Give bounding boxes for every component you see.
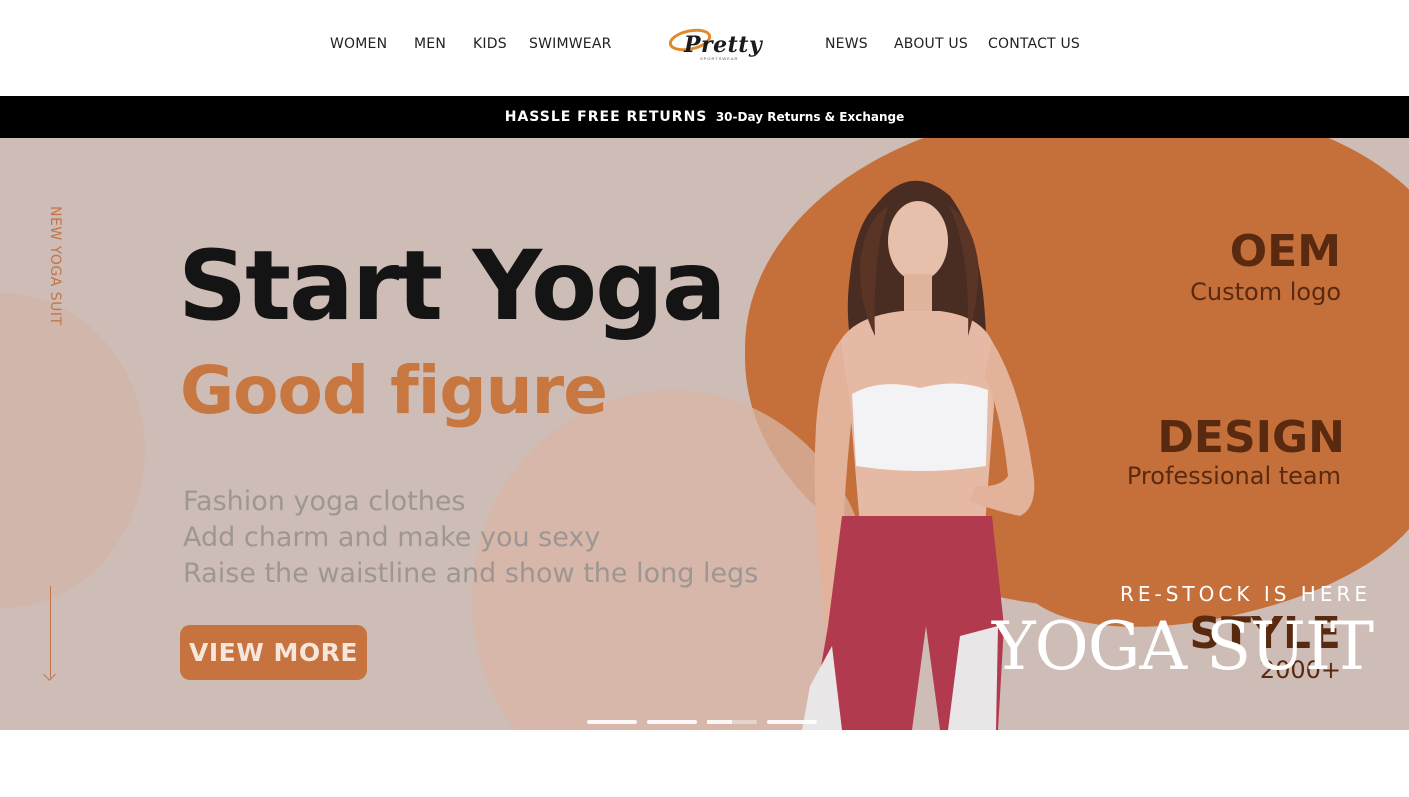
decor-circle-left	[0, 293, 145, 608]
logo-subtext: SPORTSWEAR	[700, 56, 739, 61]
promo-bar: HASSLE FREE RETURNS 30-Day Returns & Exc…	[0, 96, 1409, 138]
hero-description-line: Add charm and make you sexy	[183, 522, 601, 553]
feature-subtitle: Custom logo	[1190, 278, 1341, 306]
brand-logo[interactable]: Pretty SPORTSWEAR	[664, 24, 768, 66]
slide-dot[interactable]	[767, 720, 817, 724]
arrow-down-icon	[43, 668, 56, 681]
slide-dot[interactable]	[647, 720, 697, 724]
nav-news[interactable]: NEWS	[825, 36, 868, 52]
slide-dot[interactable]	[587, 720, 637, 724]
restock-label: RE-STOCK IS HERE	[1119, 582, 1371, 606]
feature-title: DESIGN	[1157, 412, 1345, 463]
site-header: WOMEN MEN KIDS SWIMWEAR Pretty SPORTSWEA…	[0, 0, 1409, 96]
slide-progress-fill	[707, 720, 732, 724]
nav-swimwear[interactable]: SWIMWEAR	[529, 36, 612, 52]
feature-subtitle: Professional team	[1126, 462, 1341, 490]
logo-text: Pretty	[684, 32, 763, 58]
hero-banner[interactable]: NEW YOGA SUIT Start Yoga Good figure Fas…	[0, 138, 1409, 730]
nav-about-us[interactable]: ABOUT US	[894, 36, 968, 52]
nav-women[interactable]: WOMEN	[330, 36, 387, 52]
hero-subheadline: Good figure	[180, 352, 608, 429]
nav-kids[interactable]: KIDS	[473, 36, 507, 52]
feature-title: OEM	[1229, 226, 1341, 277]
hero-description-line: Fashion yoga clothes	[183, 486, 466, 517]
overlay-title: YOGA SUIT	[992, 608, 1374, 685]
hero-headline: Start Yoga	[178, 230, 727, 342]
promo-headline: HASSLE FREE RETURNS	[504, 109, 708, 125]
slide-dot-active[interactable]	[707, 720, 757, 724]
promo-detail: 30-Day Returns & Exchange	[715, 110, 905, 124]
view-more-button[interactable]: VIEW MORE	[180, 625, 367, 680]
scroll-arrow-icon	[50, 586, 51, 678]
nav-contact-us[interactable]: CONTACT US	[988, 36, 1080, 52]
nav-men[interactable]: MEN	[414, 36, 446, 52]
hero-description-line: Raise the waistline and show the long le…	[183, 558, 759, 589]
side-label: NEW YOGA SUIT	[47, 206, 63, 326]
